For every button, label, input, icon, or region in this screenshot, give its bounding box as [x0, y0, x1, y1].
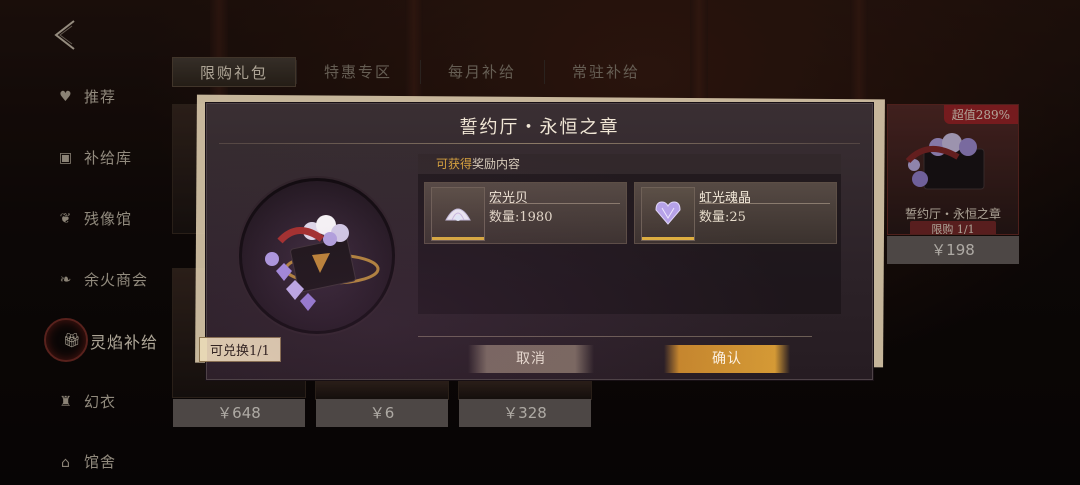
reward-quantity: 数量:1980	[489, 210, 553, 225]
title-divider	[219, 143, 860, 144]
button-divider	[418, 336, 812, 337]
rewards-header-text: 奖励内容	[472, 157, 521, 171]
reward-quantity: 数量:25	[699, 210, 746, 225]
redeem-count-badge: 可兑换1/1	[199, 337, 281, 362]
cancel-button[interactable]: 取消	[468, 345, 594, 373]
purchase-confirm-dialog: 誓约厅・永恒之章 可兑换1/1 可获得奖励内容 宏光贝 数量:1980 虹光魂晶…	[199, 103, 873, 380]
reward-divider	[489, 203, 620, 204]
item-preview	[239, 178, 395, 334]
reward-divider	[699, 203, 830, 204]
rewards-header-highlight: 可获得	[436, 157, 473, 171]
rewards-header: 可获得奖励内容	[418, 154, 841, 174]
gift-box-icon	[265, 215, 380, 311]
reward-thumbnail	[641, 187, 695, 241]
reward-thumbnail	[431, 187, 485, 241]
shell-icon	[445, 208, 471, 221]
heart-crystal-icon	[655, 201, 681, 225]
dialog-title: 誓约厅・永恒之章	[459, 117, 620, 138]
reward-item[interactable]: 虹光魂晶 数量:25	[634, 182, 837, 244]
rarity-bar	[642, 237, 694, 240]
confirm-button[interactable]: 确认	[664, 345, 790, 373]
reward-item[interactable]: 宏光贝 数量:1980	[424, 182, 627, 244]
rarity-bar	[432, 237, 484, 240]
rewards-panel: 可获得奖励内容 宏光贝 数量:1980 虹光魂晶 数量:25	[418, 154, 841, 314]
